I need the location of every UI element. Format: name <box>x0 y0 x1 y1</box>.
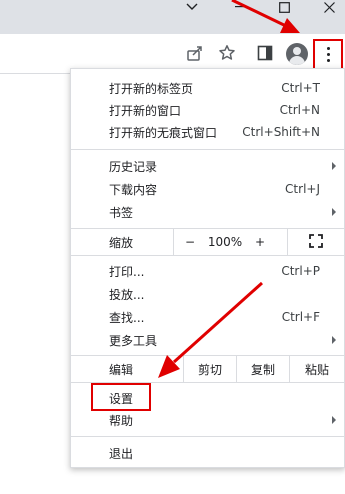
menu-item-label: 查找... <box>109 310 145 325</box>
zoom-minus-label: − <box>184 235 196 249</box>
tab-search-button[interactable] <box>170 0 214 14</box>
chevron-down-icon <box>186 3 198 11</box>
close-button[interactable] <box>307 0 345 14</box>
cut-button[interactable]: 剪切 <box>184 356 236 382</box>
paste-button[interactable]: 粘贴 <box>290 356 344 382</box>
menu-item-label: 打印... <box>109 264 145 279</box>
avatar-head <box>293 47 301 55</box>
menu-item-label: 投放... <box>109 287 145 302</box>
browser-window: 打开新的标签页 Ctrl+T 打开新的窗口 Ctrl+N 打开新的无痕式窗口 C… <box>0 0 345 494</box>
menu-item-find[interactable]: 查找... Ctrl+F <box>71 306 344 328</box>
chrome-main-menu: 打开新的标签页 Ctrl+T 打开新的窗口 Ctrl+N 打开新的无痕式窗口 C… <box>70 68 345 468</box>
menu-item-label: 书签 <box>109 205 134 220</box>
avatar-body <box>289 56 305 65</box>
title-bar <box>0 0 345 34</box>
menu-item-shortcut: Ctrl+F <box>281 310 320 324</box>
cut-label: 剪切 <box>197 362 222 377</box>
menu-item-cast[interactable]: 投放... <box>71 283 344 305</box>
edit-row: 编辑 剪切 复制 粘贴 <box>71 356 344 382</box>
close-icon <box>323 1 335 13</box>
kebab-annotation-box <box>313 39 343 71</box>
profile-avatar-icon[interactable] <box>286 43 308 65</box>
menu-separator <box>71 255 344 256</box>
side-panel-icon <box>257 45 273 61</box>
menu-item-new-incognito[interactable]: 打开新的无痕式窗口 Ctrl+Shift+N <box>71 121 344 143</box>
submenu-arrow-icon <box>332 336 336 344</box>
share-button[interactable] <box>184 42 206 64</box>
edit-label: 编辑 <box>109 363 134 377</box>
menu-separator <box>71 436 344 437</box>
zoom-value: 100% <box>206 229 244 255</box>
menu-item-new-window[interactable]: 打开新的窗口 Ctrl+N <box>71 99 344 121</box>
copy-label: 复制 <box>250 362 275 377</box>
menu-item-bookmarks[interactable]: 书签 <box>71 201 344 223</box>
fullscreen-icon <box>309 233 323 251</box>
submenu-arrow-icon <box>332 208 336 216</box>
menu-item-label: 打开新的窗口 <box>109 103 182 118</box>
zoom-value-text: 100% <box>207 235 243 249</box>
maximize-button[interactable] <box>262 0 306 14</box>
minimize-icon <box>235 6 247 8</box>
menu-item-label: 帮助 <box>109 413 134 428</box>
menu-item-shortcut: Ctrl+Shift+N <box>242 125 320 139</box>
zoom-plus-label: + <box>254 235 266 249</box>
zoom-in-button[interactable]: + <box>244 229 276 255</box>
menu-item-shortcut: Ctrl+P <box>281 264 320 278</box>
bookmark-star-button[interactable] <box>216 42 238 64</box>
minimize-button[interactable] <box>219 0 263 14</box>
submenu-arrow-icon <box>332 416 336 424</box>
menu-item-label: 退出 <box>109 446 134 461</box>
menu-item-label: 历史记录 <box>109 159 158 174</box>
menu-item-more-tools[interactable]: 更多工具 <box>71 329 344 351</box>
maximize-icon <box>278 1 290 13</box>
menu-item-label: 打开新的无痕式窗口 <box>109 125 218 140</box>
menu-item-exit[interactable]: 退出 <box>71 442 344 464</box>
zoom-out-button[interactable]: − <box>174 229 206 255</box>
menu-item-print[interactable]: 打印... Ctrl+P <box>71 260 344 282</box>
fullscreen-button[interactable] <box>288 229 344 255</box>
star-icon <box>218 44 236 62</box>
menu-item-label: 下载内容 <box>109 182 158 197</box>
copy-button[interactable]: 复制 <box>237 356 289 382</box>
share-icon <box>186 44 204 62</box>
menu-separator <box>71 149 344 150</box>
side-panel-button[interactable] <box>254 42 276 64</box>
zoom-row: 缩放 − 100% + <box>71 229 344 255</box>
menu-item-label: 更多工具 <box>109 333 158 348</box>
submenu-arrow-icon <box>332 162 336 170</box>
menu-item-shortcut: Ctrl+N <box>279 103 320 117</box>
menu-item-history[interactable]: 历史记录 <box>71 155 344 177</box>
menu-item-shortcut: Ctrl+J <box>285 182 320 196</box>
menu-item-downloads[interactable]: 下载内容 Ctrl+J <box>71 178 344 200</box>
zoom-label: 缩放 <box>109 236 134 250</box>
menu-item-help[interactable]: 帮助 <box>71 409 344 431</box>
paste-label: 粘贴 <box>304 362 329 377</box>
menu-item-new-tab[interactable]: 打开新的标签页 Ctrl+T <box>71 77 344 99</box>
menu-item-label: 打开新的标签页 <box>109 81 194 96</box>
menu-item-shortcut: Ctrl+T <box>281 81 320 95</box>
settings-annotation-box <box>91 383 151 411</box>
